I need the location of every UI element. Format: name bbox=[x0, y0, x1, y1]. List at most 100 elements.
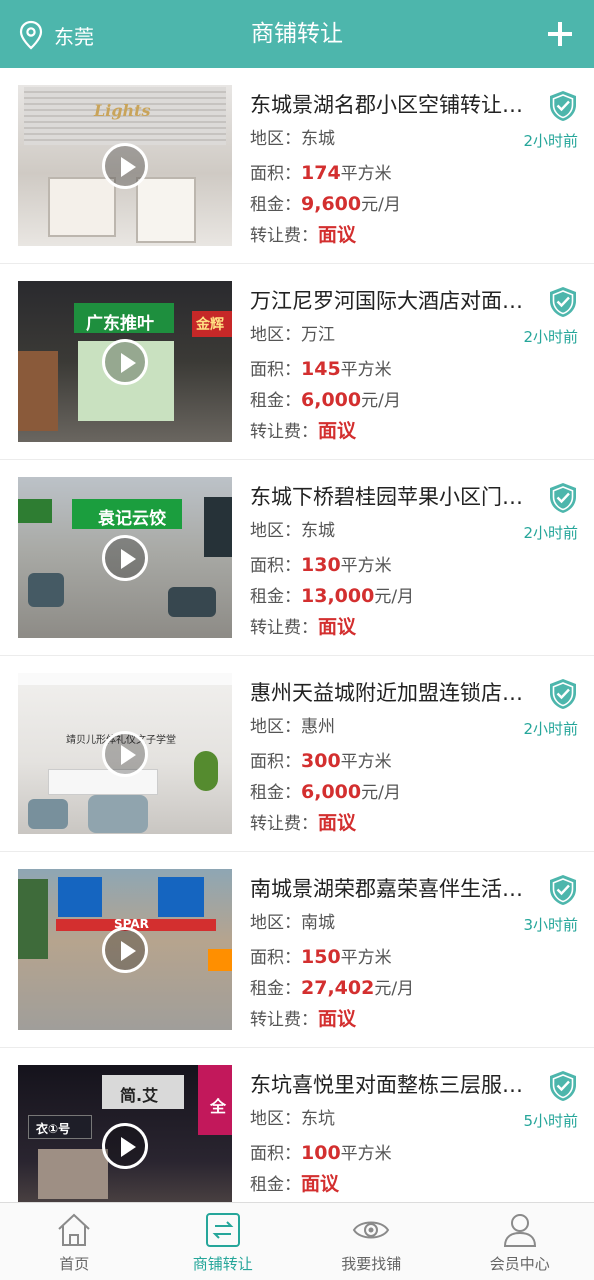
add-icon[interactable] bbox=[546, 20, 574, 48]
rent-row: 租金：13,000元/月 bbox=[250, 585, 415, 607]
listing-item[interactable]: SPAR 南城景湖荣郡嘉荣喜伴生活… 地区：南城 3小时前 面积：150平方米 … bbox=[0, 852, 594, 1048]
shop-sign: 全 bbox=[210, 1097, 227, 1116]
shop-sign: 衣①号 bbox=[36, 1122, 71, 1136]
listing-title[interactable]: 万江尼罗河国际大酒店对面… bbox=[250, 286, 548, 316]
shop-sign: 袁记云饺 bbox=[98, 509, 166, 529]
verified-shield-icon bbox=[550, 875, 576, 905]
fee-row: 转让费：面议 bbox=[250, 224, 357, 246]
shop-sign: 金辉 bbox=[196, 317, 224, 333]
post-time: 2小时前 bbox=[523, 328, 578, 346]
top-bar: 东莞 商铺转让 bbox=[0, 0, 594, 68]
tab-home[interactable]: 首页 bbox=[0, 1203, 149, 1280]
verified-shield-icon bbox=[550, 91, 576, 121]
tab-label: 商铺转让 bbox=[192, 1255, 253, 1273]
tab-label: 会员中心 bbox=[489, 1255, 550, 1273]
post-time: 2小时前 bbox=[523, 720, 578, 738]
listing-title[interactable]: 东坑喜悦里对面整栋三层服… bbox=[250, 1070, 548, 1100]
tab-shop-transfer[interactable]: 商铺转让 bbox=[149, 1203, 298, 1280]
listing-thumbnail[interactable]: Lights bbox=[18, 85, 232, 246]
area-value: 东坑 bbox=[301, 1109, 335, 1129]
fee-row: 转让费：面议 bbox=[250, 812, 357, 834]
area-row: 地区：万江 bbox=[250, 325, 335, 345]
fee-value: 面议 bbox=[318, 224, 357, 246]
listing-list: Lights 东城景湖名郡小区空铺转让… 地区：东城 2小时前 面积：174平方… bbox=[0, 68, 594, 1202]
rent-row: 租金：27,402元/月 bbox=[250, 977, 415, 999]
home-icon bbox=[58, 1213, 90, 1246]
transfer-icon bbox=[205, 1213, 240, 1247]
verified-shield-icon bbox=[550, 679, 576, 709]
play-icon[interactable] bbox=[102, 1122, 148, 1169]
listing-title[interactable]: 南城景湖荣郡嘉荣喜伴生活… bbox=[250, 874, 548, 904]
play-icon[interactable] bbox=[102, 534, 148, 581]
post-time: 5小时前 bbox=[523, 1112, 578, 1130]
fee-row: 转让费：面议 bbox=[250, 420, 357, 442]
listing-item[interactable]: 袁记云饺 东城下桥碧桂园苹果小区门… 地区：东城 2小时前 面积：130平方米 … bbox=[0, 460, 594, 656]
play-icon[interactable] bbox=[102, 730, 148, 777]
rent-value: 27,402 bbox=[301, 977, 375, 999]
rent-value: 9,600 bbox=[301, 193, 362, 215]
area-row: 地区：南城 bbox=[250, 913, 335, 933]
fee-row: 转让费：面议 bbox=[250, 616, 357, 638]
user-icon bbox=[503, 1214, 536, 1247]
shop-sign: 简.艾 bbox=[120, 1086, 159, 1105]
eye-icon bbox=[353, 1221, 390, 1239]
area-row: 地区：东城 bbox=[250, 129, 335, 149]
size-row: 面积：145平方米 bbox=[250, 358, 392, 380]
listing-thumbnail[interactable]: 广东推叶 金辉 bbox=[18, 281, 232, 442]
tab-label: 首页 bbox=[59, 1255, 90, 1273]
fee-value: 面议 bbox=[318, 616, 357, 638]
play-icon[interactable] bbox=[102, 926, 148, 973]
area-value: 万江 bbox=[301, 325, 335, 345]
post-time: 2小时前 bbox=[523, 524, 578, 542]
listing-item[interactable]: 广东推叶 金辉 万江尼罗河国际大酒店对面… 地区：万江 2小时前 面积：145平… bbox=[0, 264, 594, 460]
size-value: 300 bbox=[301, 750, 341, 772]
area-row: 地区：东坑 bbox=[250, 1109, 335, 1129]
area-value: 东城 bbox=[301, 129, 335, 149]
tab-label: 我要找铺 bbox=[341, 1255, 402, 1273]
verified-shield-icon bbox=[550, 287, 576, 317]
page-title: 商铺转让 bbox=[251, 21, 343, 47]
size-value: 150 bbox=[301, 946, 341, 968]
verified-shield-icon bbox=[550, 1071, 576, 1101]
play-icon[interactable] bbox=[102, 142, 148, 189]
size-row: 面积：174平方米 bbox=[250, 162, 392, 184]
area-value: 惠州 bbox=[301, 717, 335, 737]
size-row: 面积：100平方米 bbox=[250, 1142, 392, 1164]
size-value: 145 bbox=[301, 358, 341, 380]
verified-shield-icon bbox=[550, 483, 576, 513]
size-row: 面积：150平方米 bbox=[250, 946, 392, 968]
listing-thumbnail[interactable]: 袁记云饺 bbox=[18, 477, 232, 638]
tab-find-shop[interactable]: 我要找铺 bbox=[297, 1203, 446, 1280]
size-value: 130 bbox=[301, 554, 341, 576]
area-row: 地区：惠州 bbox=[250, 717, 335, 737]
play-icon[interactable] bbox=[102, 338, 148, 385]
rent-row: 租金：面议 bbox=[250, 1173, 340, 1195]
shop-sign: Lights bbox=[94, 101, 151, 120]
listing-title[interactable]: 东城下桥碧桂园苹果小区门… bbox=[250, 482, 548, 512]
rent-value: 面议 bbox=[301, 1173, 340, 1195]
rent-row: 租金：9,600元/月 bbox=[250, 193, 401, 215]
listing-item[interactable]: Lights 东城景湖名郡小区空铺转让… 地区：东城 2小时前 面积：174平方… bbox=[0, 68, 594, 264]
listing-item[interactable]: 简.艾 衣①号 全 东坑喜悦里对面整栋三层服… 地区：东坑 5小时前 面积：10… bbox=[0, 1048, 594, 1202]
area-value: 南城 bbox=[301, 913, 335, 933]
rent-value: 6,000 bbox=[301, 781, 362, 803]
area-value: 东城 bbox=[301, 521, 335, 541]
size-value: 100 bbox=[301, 1142, 341, 1164]
bottom-tab-bar: 首页 商铺转让 我要找铺 会员中心 bbox=[0, 1202, 594, 1280]
fee-value: 面议 bbox=[318, 1008, 357, 1030]
area-row: 地区：东城 bbox=[250, 521, 335, 541]
size-value: 174 bbox=[301, 162, 341, 184]
size-row: 面积：300平方米 bbox=[250, 750, 392, 772]
listing-title[interactable]: 东城景湖名郡小区空铺转让… bbox=[250, 90, 548, 120]
rent-value: 6,000 bbox=[301, 389, 362, 411]
rent-value: 13,000 bbox=[301, 585, 375, 607]
listing-thumbnail[interactable]: 靖贝儿形体礼仪文子学堂 bbox=[18, 673, 232, 834]
fee-row: 转让费：面议 bbox=[250, 1008, 357, 1030]
fee-value: 面议 bbox=[318, 812, 357, 834]
rent-row: 租金：6,000元/月 bbox=[250, 781, 401, 803]
listing-thumbnail[interactable]: 简.艾 衣①号 全 bbox=[18, 1065, 232, 1202]
tab-member-center[interactable]: 会员中心 bbox=[446, 1203, 594, 1280]
listing-thumbnail[interactable]: SPAR bbox=[18, 869, 232, 1030]
listing-title[interactable]: 惠州天益城附近加盟连锁店… bbox=[250, 678, 548, 708]
listing-item[interactable]: 靖贝儿形体礼仪文子学堂 惠州天益城附近加盟连锁店… 地区：惠州 2小时前 面积：… bbox=[0, 656, 594, 852]
